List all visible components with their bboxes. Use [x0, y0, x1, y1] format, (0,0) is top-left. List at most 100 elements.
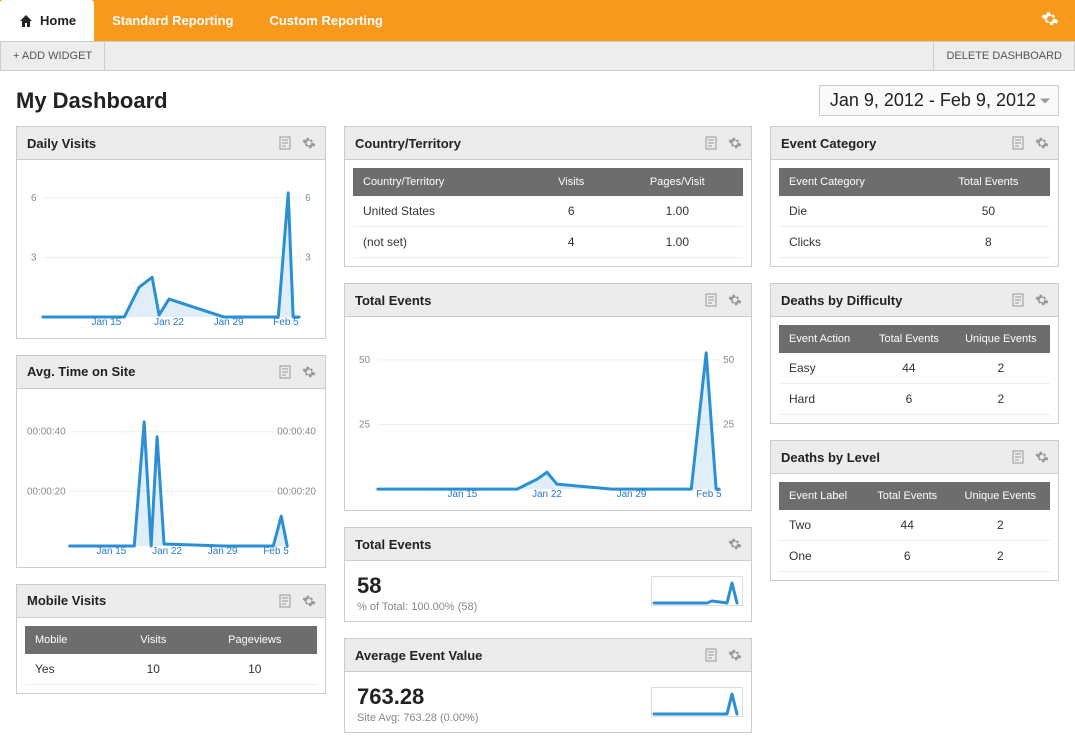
widget-title: Total Events [355, 293, 697, 308]
table-row: United States 6 1.00 [353, 196, 743, 227]
date-range-picker[interactable]: Jan 9, 2012 - Feb 9, 2012 [819, 85, 1059, 116]
title-row: My Dashboard Jan 9, 2012 - Feb 9, 2012 [0, 71, 1075, 126]
col-header: Visits [114, 626, 192, 654]
page-title: My Dashboard [16, 88, 168, 114]
gear-icon[interactable] [299, 133, 319, 153]
widget-country: Country/Territory Country/Territory Visi… [344, 126, 752, 267]
widget-deaths-difficulty: Deaths by Difficulty Event Action Total … [770, 283, 1059, 424]
svg-text:50: 50 [359, 355, 371, 366]
top-nav: Home Standard Reporting Custom Reporting [0, 0, 1075, 41]
svg-text:25: 25 [359, 419, 371, 430]
widget-title: Country/Territory [355, 136, 697, 151]
svg-text:Feb 5: Feb 5 [696, 489, 722, 499]
svg-text:3: 3 [31, 252, 37, 263]
table-row: Die 50 [779, 196, 1050, 227]
settings-gear-icon[interactable] [1035, 4, 1065, 37]
svg-text:Feb 5: Feb 5 [273, 317, 299, 327]
note-icon[interactable] [701, 133, 721, 153]
svg-text:Jan 22: Jan 22 [154, 317, 184, 327]
widget-title: Mobile Visits [27, 593, 271, 608]
col-header: Event Action [779, 325, 866, 353]
table-row: Clicks 8 [779, 227, 1050, 258]
gear-icon[interactable] [725, 534, 745, 554]
deaths-difficulty-table: Event Action Total Events Unique Events … [779, 325, 1050, 415]
note-icon[interactable] [701, 290, 721, 310]
table-row: (not set) 4 1.00 [353, 227, 743, 258]
gear-icon[interactable] [725, 645, 745, 665]
svg-text:Feb 5: Feb 5 [263, 546, 289, 556]
widget-total-events-chart: Total Events 50 25 50 25 Jan 15 Jan 22 J… [344, 283, 752, 511]
widget-title: Avg. Time on Site [27, 364, 271, 379]
gear-icon[interactable] [1032, 133, 1052, 153]
gear-icon[interactable] [725, 133, 745, 153]
widget-mobile-visits: Mobile Visits Mobile Visits Pageviews Ye… [16, 584, 326, 694]
note-icon[interactable] [275, 591, 295, 611]
svg-text:Jan 29: Jan 29 [214, 317, 244, 327]
svg-text:25: 25 [723, 419, 735, 430]
tab-label: Home [40, 13, 76, 28]
col-header: Total Events [927, 168, 1050, 196]
col-header: Event Label [779, 482, 864, 510]
note-icon[interactable] [701, 645, 721, 665]
delete-dashboard-button[interactable]: DELETE DASHBOARD [933, 42, 1074, 70]
col-header: Country/Territory [353, 168, 531, 196]
svg-text:6: 6 [305, 193, 311, 204]
svg-text:00:00:20: 00:00:20 [277, 486, 316, 497]
svg-text:00:00:40: 00:00:40 [277, 427, 316, 438]
country-table: Country/Territory Visits Pages/Visit Uni… [353, 168, 743, 258]
avg-time-chart: 00:00:40 00:00:20 00:00:40 00:00:20 Jan … [25, 397, 317, 556]
sparkline [651, 576, 743, 606]
col-header: Pages/Visit [612, 168, 743, 196]
widget-deaths-level: Deaths by Level Event Label Total Events… [770, 440, 1059, 581]
gear-icon[interactable] [299, 362, 319, 382]
col-header: Total Events [866, 325, 952, 353]
note-icon[interactable] [1008, 290, 1028, 310]
svg-text:Jan 15: Jan 15 [97, 546, 127, 556]
action-bar: + ADD WIDGET DELETE DASHBOARD [0, 41, 1075, 71]
sparkline [651, 687, 743, 717]
note-icon[interactable] [1008, 133, 1028, 153]
gear-icon[interactable] [299, 591, 319, 611]
table-row: Hard 6 2 [779, 384, 1050, 415]
svg-text:00:00:20: 00:00:20 [27, 486, 66, 497]
home-icon [18, 13, 34, 29]
note-icon[interactable] [275, 133, 295, 153]
add-widget-button[interactable]: + ADD WIDGET [1, 42, 105, 70]
col-header: Mobile [25, 626, 114, 654]
widget-title: Event Category [781, 136, 1004, 151]
svg-text:50: 50 [723, 355, 735, 366]
col-header: Unique Events [952, 325, 1050, 353]
svg-text:Jan 15: Jan 15 [92, 317, 122, 327]
tab-custom-reporting[interactable]: Custom Reporting [251, 0, 400, 41]
col-header: Total Events [864, 482, 951, 510]
tab-standard-reporting[interactable]: Standard Reporting [94, 0, 251, 41]
tab-home[interactable]: Home [0, 0, 94, 41]
widget-avg-time: Avg. Time on Site 00:00:40 00:00:20 00:0… [16, 355, 326, 568]
svg-text:Jan 15: Jan 15 [448, 489, 478, 499]
widget-title: Average Event Value [355, 648, 697, 663]
widget-total-events-stat: Total Events 58 % of Total: 100.00% (58) [344, 527, 752, 622]
svg-text:Jan 29: Jan 29 [208, 546, 238, 556]
table-row: Easy 44 2 [779, 353, 1050, 384]
widget-title: Daily Visits [27, 136, 271, 151]
note-icon[interactable] [1008, 447, 1028, 467]
widget-avg-event-value: Average Event Value 763.28 Site Avg: 763… [344, 638, 752, 733]
gear-icon[interactable] [725, 290, 745, 310]
col-header: Visits [531, 168, 612, 196]
svg-text:Jan 29: Jan 29 [617, 489, 647, 499]
widget-title: Deaths by Difficulty [781, 293, 1004, 308]
note-icon[interactable] [275, 362, 295, 382]
gear-icon[interactable] [1032, 447, 1052, 467]
svg-text:3: 3 [305, 252, 311, 263]
col-header: Pageviews [192, 626, 317, 654]
total-events-chart: 50 25 50 25 Jan 15 Jan 22 Jan 29 Feb 5 [353, 325, 743, 499]
svg-text:Jan 22: Jan 22 [152, 546, 182, 556]
col-header: Unique Events [951, 482, 1050, 510]
table-row: Yes 10 10 [25, 654, 317, 685]
svg-text:Jan 22: Jan 22 [532, 489, 562, 499]
svg-text:00:00:40: 00:00:40 [27, 427, 66, 438]
gear-icon[interactable] [1032, 290, 1052, 310]
widget-event-category: Event Category Event Category Total Even… [770, 126, 1059, 267]
deaths-level-table: Event Label Total Events Unique Events T… [779, 482, 1050, 572]
svg-text:6: 6 [31, 193, 37, 204]
